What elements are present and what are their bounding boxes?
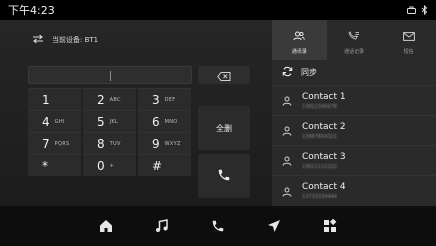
tab-call-log-label: 通话记录 (344, 48, 365, 55)
contact-number: 13611112222 (302, 163, 337, 170)
list-item[interactable]: Contact 4 13733334444 (272, 176, 436, 206)
clear-all-button[interactable]: 全删 (198, 106, 250, 150)
message-icon (402, 26, 415, 45)
key-5[interactable]: 5 JKL (83, 110, 136, 132)
bluetooth-icon (421, 5, 428, 15)
key-star[interactable]: * (28, 154, 81, 176)
call-log-icon (348, 26, 360, 45)
key-7[interactable]: 7 PQRS (28, 132, 81, 154)
backspace-icon (217, 66, 231, 85)
status-bar: 下午4:23 (0, 0, 436, 20)
music-icon[interactable] (152, 216, 172, 236)
contact-name: Contact 2 (302, 121, 346, 132)
tab-messages[interactable]: 短信 (381, 20, 436, 60)
list-item[interactable]: Contact 2 13987654321 (272, 116, 436, 146)
sync-button[interactable]: 同步 (272, 60, 436, 86)
sim-icon (407, 6, 416, 14)
tab-call-log[interactable]: 通话记录 (327, 20, 382, 60)
key-1[interactable]: 1 (28, 88, 81, 110)
contact-number: 13733334444 (302, 194, 337, 200)
call-button[interactable] (198, 154, 250, 198)
tab-contacts-label: 通讯录 (291, 48, 307, 55)
apps-icon[interactable] (320, 216, 340, 236)
keypad: 1 2 ABC 3 DEF 4 GHI 5 JKL 6 MNO 7 PQRS 8 TUV 9W… (28, 88, 191, 176)
bluetooth-device-row[interactable]: 当前设备: BT1 (32, 34, 98, 46)
key-6[interactable]: 6 MNO (138, 110, 191, 132)
key-hash[interactable]: # (138, 154, 191, 176)
key-0[interactable]: 0 + (83, 154, 136, 176)
tab-contacts[interactable]: 通讯录 (272, 20, 327, 60)
person-icon (282, 121, 292, 140)
list-item[interactable]: Contact 1 13812345678 (272, 86, 436, 116)
person-icon (282, 151, 292, 170)
sync-icon (282, 66, 293, 79)
navigation-icon[interactable] (264, 216, 284, 236)
key-4[interactable]: 4 GHI (28, 110, 81, 132)
key-2[interactable]: 2 ABC (83, 88, 136, 110)
status-icons (407, 5, 428, 15)
clock: 下午4:23 (8, 4, 55, 17)
tab-bar: 通讯录 通话记录 短信 (272, 20, 436, 60)
phone-icon[interactable] (208, 216, 228, 236)
tab-messages-label: 短信 (403, 48, 414, 55)
dialer-panel: 当前设备: BT1 1 2 ABC 3 DEF 4 GHI 5 JKL 6 MNO 7 PQ… (0, 20, 272, 206)
backspace-button[interactable] (198, 66, 250, 84)
contact-name: Contact 3 (302, 151, 346, 162)
current-device-label: 当前设备: BT1 (52, 36, 99, 44)
key-8[interactable]: 8 TUV (83, 132, 136, 154)
home-icon[interactable] (96, 216, 116, 236)
key-3[interactable]: 3 DEF (138, 88, 191, 110)
sync-label: 同步 (301, 68, 317, 77)
number-input[interactable] (28, 66, 192, 84)
phone-icon (217, 167, 231, 186)
clear-all-label: 全删 (216, 123, 232, 133)
contact-number: 13812345678 (302, 103, 337, 110)
contacts-icon (293, 26, 306, 45)
phone-screen: 当前设备: BT1 1 2 ABC 3 DEF 4 GHI 5 JKL 6 MNO 7 PQ… (0, 20, 436, 206)
contact-name: Contact 4 (302, 182, 346, 192)
contact-number: 13987654321 (302, 133, 337, 140)
input-caret (110, 71, 111, 81)
bottom-dock (0, 206, 436, 246)
list-item[interactable]: Contact 3 13611112222 (272, 146, 436, 176)
contacts-panel: 通讯录 通话记录 短信 同步 Contact 1 13812345678 Con… (272, 20, 436, 206)
contact-name: Contact 1 (302, 91, 346, 102)
person-icon (282, 91, 292, 110)
switch-device-icon[interactable] (32, 34, 44, 46)
key-9[interactable]: 9 WXYZ (138, 132, 191, 154)
person-icon (282, 182, 292, 201)
